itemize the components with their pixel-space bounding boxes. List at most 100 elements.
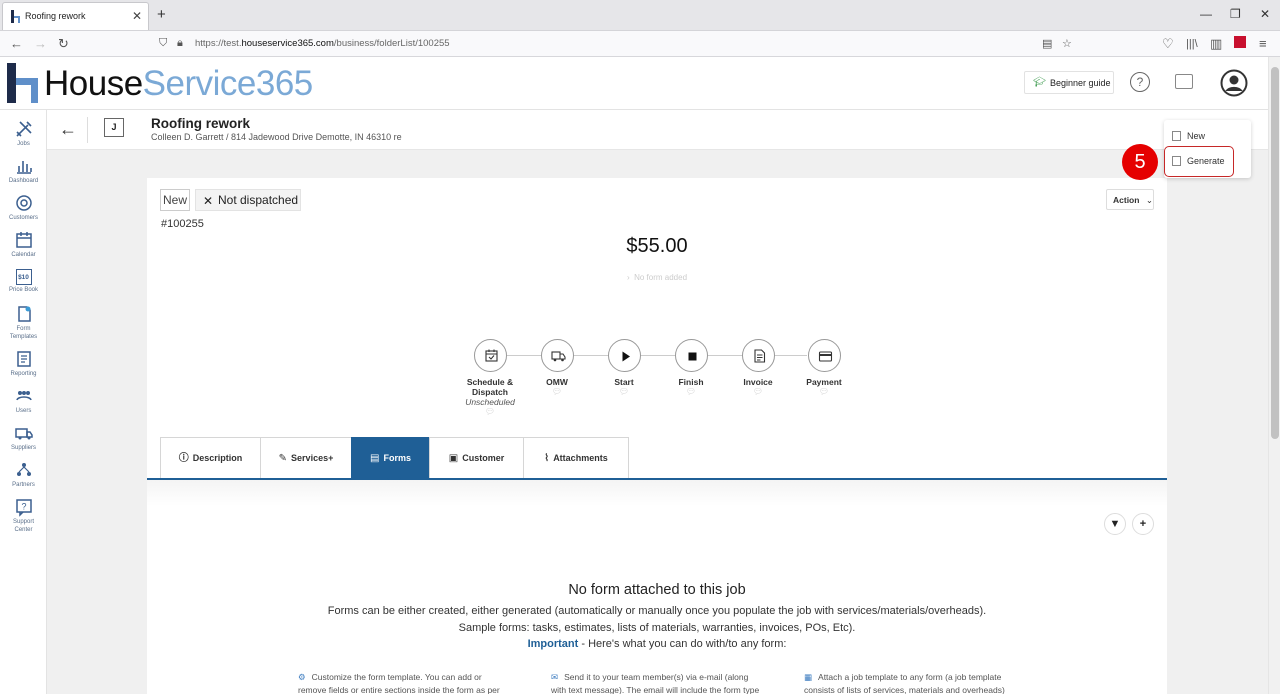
step-finish[interactable]: Finish 💬︎ xyxy=(656,339,726,397)
menu-icon[interactable]: ≡ xyxy=(1259,36,1267,51)
credit-card-icon[interactable] xyxy=(807,339,841,372)
comment-icon[interactable]: 💬︎ xyxy=(589,387,659,397)
dropdown-label: New xyxy=(1187,131,1206,141)
scrollbar-thumb[interactable] xyxy=(1271,67,1279,439)
browser-tab-title: Roofing rework xyxy=(25,11,86,21)
job-card: New ✕ Not dispatched #100255 Action ⌄ $5… xyxy=(147,178,1167,694)
sidebar-label: Jobs xyxy=(17,141,30,147)
dropdown-item-new[interactable]: New xyxy=(1172,131,1205,141)
shield-icon[interactable]: ⛉ xyxy=(159,37,167,50)
comment-icon[interactable]: 💬︎ xyxy=(455,407,525,417)
comment-icon[interactable]: 💬︎ xyxy=(789,387,859,397)
truck-icon[interactable] xyxy=(540,339,574,372)
dispatch-status-badge[interactable]: ✕ Not dispatched xyxy=(195,189,301,211)
reader-view-icon[interactable]: ▤ xyxy=(1042,37,1052,50)
feature-text: remove fields or entire sections inside … xyxy=(298,685,500,694)
back-arrow-icon[interactable]: ← xyxy=(59,119,77,140)
important-text: - Here's what you can do with/to any for… xyxy=(578,638,787,650)
close-tab-icon[interactable]: ✕ xyxy=(132,9,142,23)
tab-description[interactable]: ⓘ Description xyxy=(160,437,261,478)
bookmark-star-icon[interactable]: ☆ xyxy=(1062,37,1072,50)
step-omw[interactable]: OMW 💬︎ xyxy=(522,339,592,397)
feature-send: ✉ Send it to your team member(s) via e-ma… xyxy=(551,671,766,694)
filter-button[interactable]: ▼ xyxy=(1104,513,1126,535)
play-icon[interactable] xyxy=(607,339,641,372)
close-window-icon[interactable]: ✕ xyxy=(1260,7,1270,21)
calendar-check-icon[interactable] xyxy=(473,339,507,372)
sidebar-toggle-icon[interactable]: ▥ xyxy=(1210,36,1222,52)
paperclip-icon: ⌇ xyxy=(544,453,550,464)
back-icon[interactable]: ← xyxy=(10,36,23,51)
sidebar-item-customers[interactable]: Customers xyxy=(0,193,47,229)
feature-text: Customize the form template. You can add… xyxy=(311,672,482,682)
sidebar-item-calendar[interactable]: Calendar xyxy=(0,230,47,266)
help-icon[interactable]: ? xyxy=(1130,72,1150,92)
tab-forms[interactable]: ▤ Forms xyxy=(351,437,430,478)
dispatch-status-label: Not dispatched xyxy=(218,193,299,207)
no-form-note[interactable]: › No form added xyxy=(567,273,747,282)
beginner-guide-button[interactable]: 🎓︎ Beginner guide xyxy=(1024,71,1114,94)
job-number: #100255 xyxy=(161,218,204,230)
library-icon[interactable]: |||\ xyxy=(1186,38,1198,50)
sidebar-label: Dashboard xyxy=(8,178,39,184)
sidebar-item-suppliers[interactable]: Suppliers xyxy=(0,423,47,459)
user-avatar-icon[interactable] xyxy=(1220,69,1248,97)
id-card-icon: ▣ xyxy=(448,453,459,464)
close-icon[interactable]: ✕ xyxy=(203,194,213,208)
dropdown-item-generate[interactable]: Generate xyxy=(1172,156,1225,166)
minimize-icon[interactable]: — xyxy=(1200,7,1212,21)
sidebar-item-price-book[interactable]: $10 Price Book xyxy=(0,267,47,303)
sidebar-label: Support xyxy=(12,519,34,525)
graduation-cap-icon: 🎓︎ xyxy=(1033,77,1046,88)
sidebar-item-jobs[interactable]: Jobs xyxy=(0,119,47,155)
pocket-icon[interactable]: ♡ xyxy=(1162,36,1174,52)
feature-text: Send it to your team member(s) via e-mai… xyxy=(564,672,749,682)
folder-icon[interactable] xyxy=(1175,74,1193,89)
reload-icon[interactable]: ↻ xyxy=(58,36,69,52)
add-form-button[interactable]: + xyxy=(1132,513,1154,535)
step-start[interactable]: Start 💬︎ xyxy=(589,339,659,397)
comment-icon[interactable]: 💬︎ xyxy=(522,387,592,397)
action-label: Action xyxy=(1113,195,1140,205)
url-bar[interactable]: ⛉ 🔒︎ https://test.houseservice365.com/bu… xyxy=(152,34,1082,54)
sidebar-item-reporting[interactable]: Reporting xyxy=(0,349,47,385)
sidebar-item-form-templates[interactable]: Form Templates xyxy=(0,304,47,346)
restore-icon[interactable]: ❐ xyxy=(1230,7,1241,21)
forward-icon[interactable]: → xyxy=(34,36,47,51)
invoice-icon[interactable] xyxy=(741,339,775,372)
step-schedule-dispatch[interactable]: Schedule & Dispatch Unscheduled 💬︎ xyxy=(455,339,525,417)
tab-label: Forms xyxy=(383,453,411,463)
stop-icon[interactable] xyxy=(674,339,708,372)
sidebar-item-support-center[interactable]: ? Support Center xyxy=(0,497,47,539)
tab-services[interactable]: ✎ Services+ xyxy=(260,437,352,478)
step-status: Unscheduled xyxy=(465,397,515,407)
url-text[interactable]: https://test.houseservice365.com/busines… xyxy=(195,38,450,49)
sidebar-item-partners[interactable]: Partners xyxy=(0,460,47,496)
empty-state-title: No form attached to this job xyxy=(568,582,746,598)
tab-attachments[interactable]: ⌇ Attachments xyxy=(523,437,629,478)
feature-text: with text message). The email will inclu… xyxy=(551,685,760,694)
tab-customer[interactable]: ▣ Customer xyxy=(429,437,524,478)
sidebar-item-dashboard[interactable]: Dashboard xyxy=(0,156,47,192)
beginner-guide-label: Beginner guide xyxy=(1050,78,1111,88)
action-dropdown-button[interactable]: Action ⌄ xyxy=(1106,189,1154,210)
comment-icon[interactable]: 💬︎ xyxy=(723,387,793,397)
sidebar-item-users[interactable]: Users xyxy=(0,386,47,422)
extension-icon[interactable] xyxy=(1234,36,1246,48)
form-icon: ▤ xyxy=(370,453,380,464)
step-payment[interactable]: Payment 💬︎ xyxy=(789,339,859,397)
browser-tab[interactable]: Roofing rework ✕ xyxy=(2,2,149,30)
new-tab-button[interactable]: + xyxy=(157,6,166,23)
plus-icon: + xyxy=(1139,518,1147,530)
wrench-icon: ✎ xyxy=(278,453,288,464)
page-scrollbar[interactable] xyxy=(1268,57,1280,694)
comment-icon[interactable]: 💬︎ xyxy=(656,387,726,397)
tools-icon xyxy=(15,121,32,137)
info-icon: ⓘ xyxy=(178,453,189,464)
logo-text[interactable]: HouseService365 xyxy=(44,64,313,104)
chart-icon xyxy=(16,161,32,174)
sidebar-label: Users xyxy=(15,408,32,414)
step-invoice[interactable]: Invoice 💬︎ xyxy=(723,339,793,397)
step-label: Payment xyxy=(806,377,842,387)
sidebar-label: Customers xyxy=(8,215,38,221)
